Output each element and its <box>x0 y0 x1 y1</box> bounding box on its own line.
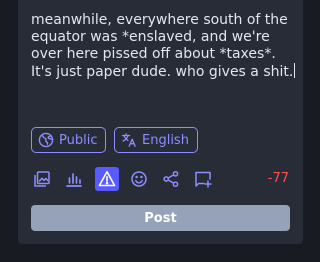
compose-text: meanwhile, everywhere south of the equat… <box>31 12 294 80</box>
image-icon <box>34 171 50 187</box>
language-button[interactable]: English <box>114 127 198 153</box>
language-label: English <box>142 132 189 148</box>
globe-icon <box>38 132 54 148</box>
compose-textarea[interactable]: meanwhile, everywhere south of the equat… <box>31 12 296 81</box>
add-poll-button[interactable] <box>62 167 86 191</box>
character-counter: -77 <box>267 171 289 186</box>
compose-panel: meanwhile, everywhere south of the equat… <box>18 0 303 244</box>
poll-icon <box>66 173 82 187</box>
text-caret <box>294 63 296 78</box>
emoji-icon <box>131 171 147 187</box>
visibility-label: Public <box>59 132 98 148</box>
post-button[interactable]: Post <box>31 205 290 231</box>
content-warning-icon <box>98 171 116 187</box>
translate-icon <box>121 133 136 147</box>
share-icon <box>163 170 179 188</box>
share-button[interactable] <box>159 167 183 191</box>
visibility-button[interactable]: Public <box>31 127 107 153</box>
thread-button[interactable] <box>191 167 215 191</box>
thread-icon <box>195 171 212 188</box>
emoji-button[interactable] <box>127 167 151 191</box>
add-media-button[interactable] <box>30 167 54 191</box>
content-warning-button[interactable] <box>95 167 119 191</box>
